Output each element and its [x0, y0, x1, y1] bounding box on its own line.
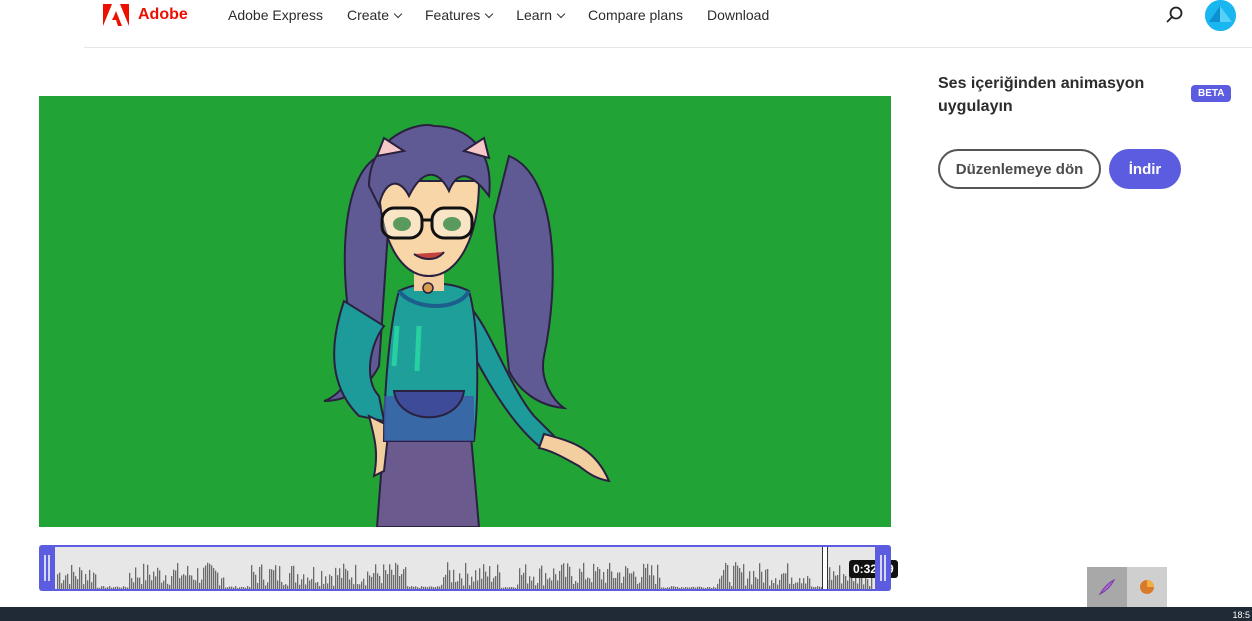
- avatar-image: [1205, 0, 1236, 31]
- panel-title: Ses içeriğinden animasyon uygulayın: [938, 75, 1145, 115]
- nav-label: Adobe Express: [228, 7, 323, 23]
- character-illustration: [323, 124, 611, 527]
- chevron-down-icon: [484, 9, 494, 18]
- nav-label: Features: [424, 7, 481, 23]
- adobe-logo[interactable]: Adobe: [103, 4, 188, 26]
- audio-timeline[interactable]: 0:32.79: [39, 545, 898, 591]
- nav-menu: Adobe Express Create Features Learn Comp…: [228, 7, 793, 23]
- audio-waveform: [57, 562, 873, 589]
- avatar[interactable]: [1205, 0, 1236, 31]
- chevron-down-icon: [393, 9, 403, 18]
- os-taskbar: 18:5: [0, 607, 1252, 621]
- adobe-logo-icon: [103, 4, 129, 26]
- pie-tool-button[interactable]: [1127, 567, 1167, 607]
- nav-item-compare-plans[interactable]: Compare plans: [588, 7, 683, 23]
- search-icon[interactable]: [1166, 6, 1184, 24]
- floating-tool-tray: [1087, 567, 1167, 607]
- nav-item-adobe-express[interactable]: Adobe Express: [228, 7, 323, 23]
- animation-preview: [39, 96, 891, 527]
- brand-name: Adobe: [138, 6, 188, 23]
- pen-tool-button[interactable]: [1087, 567, 1127, 607]
- taskbar-clock: 18:5: [1232, 610, 1250, 620]
- download-button[interactable]: İndir: [1109, 149, 1181, 189]
- pen-icon: [1098, 578, 1116, 596]
- nav-item-features[interactable]: Features: [424, 7, 494, 23]
- waveform-track[interactable]: 0:32.79: [53, 545, 898, 591]
- nav-label: Compare plans: [588, 7, 683, 23]
- pie-chart-icon: [1140, 580, 1154, 594]
- chevron-down-icon: [556, 9, 566, 18]
- beta-badge: BETA: [1191, 85, 1232, 102]
- trim-handle-right[interactable]: [875, 545, 891, 591]
- nav-item-learn[interactable]: Learn: [516, 7, 566, 23]
- nav-item-create[interactable]: Create: [346, 7, 403, 23]
- nav-label: Learn: [516, 7, 553, 23]
- back-to-edit-button[interactable]: Düzenlemeye dön: [938, 149, 1101, 189]
- playhead[interactable]: [822, 547, 828, 589]
- nav-label: Download: [706, 7, 770, 23]
- nav-item-download[interactable]: Download: [707, 7, 769, 23]
- top-navigation: Adobe Adobe Express Create Features Lear…: [84, 0, 1252, 48]
- nav-label: Create: [346, 7, 389, 23]
